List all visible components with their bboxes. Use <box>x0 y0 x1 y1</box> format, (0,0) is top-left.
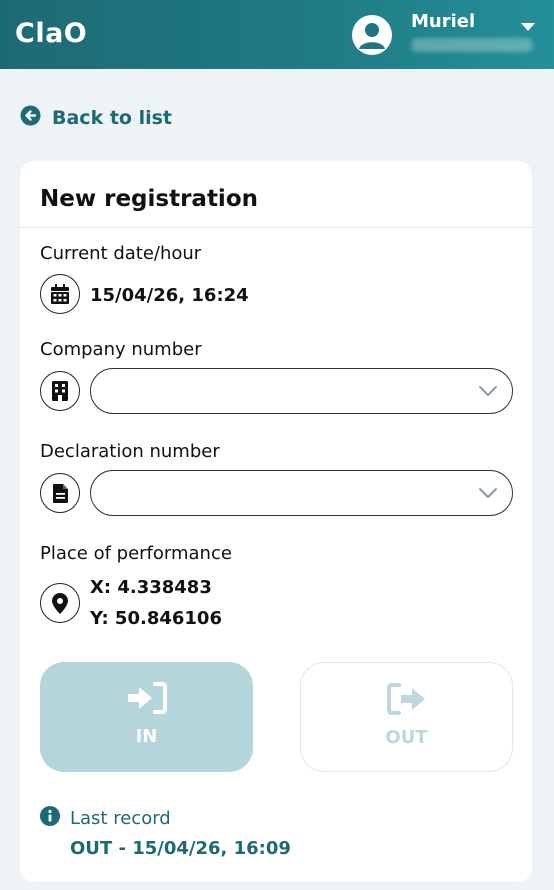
back-to-list-link[interactable]: Back to list <box>20 105 172 130</box>
sign-in-icon <box>127 682 167 714</box>
place-label: Place of performance <box>40 543 232 564</box>
back-to-list-label: Back to list <box>52 106 172 129</box>
card-title: New registration <box>40 186 258 212</box>
company-number-select[interactable] <box>90 368 513 414</box>
last-record: Last record <box>40 806 171 830</box>
calendar-icon <box>40 274 80 314</box>
info-circle-icon <box>40 806 60 830</box>
chevron-down-icon <box>478 485 498 504</box>
check-out-button[interactable]: OUT <box>300 662 513 772</box>
last-record-label: Last record <box>70 807 171 829</box>
check-in-button[interactable]: IN <box>40 662 253 772</box>
user-subtitle-redacted <box>411 38 533 52</box>
map-pin-icon <box>40 583 80 623</box>
user-avatar-icon[interactable] <box>352 15 392 55</box>
document-icon <box>40 473 80 513</box>
check-in-label: IN <box>135 726 158 747</box>
place-x-value: X: 4.338483 <box>90 577 212 598</box>
caret-down-icon[interactable] <box>521 17 535 36</box>
declaration-number-select[interactable] <box>90 470 513 516</box>
declaration-label: Declaration number <box>40 441 220 462</box>
user-name[interactable]: Muriel <box>411 11 475 32</box>
building-icon <box>40 371 80 411</box>
app-logo: ClaO <box>15 18 88 49</box>
registration-card: New registration Current date/hour 15/04… <box>20 161 532 882</box>
check-out-label: OUT <box>385 727 428 748</box>
arrow-circle-left-icon <box>20 105 41 130</box>
date-value: 15/04/26, 16:24 <box>90 285 249 306</box>
last-record-value: OUT - 15/04/26, 16:09 <box>70 838 291 859</box>
app-header: ClaO Muriel <box>0 0 554 69</box>
date-label: Current date/hour <box>40 243 202 264</box>
sign-out-icon <box>386 683 425 715</box>
company-label: Company number <box>40 339 202 360</box>
card-divider <box>20 227 532 228</box>
chevron-down-icon <box>478 383 498 402</box>
place-y-value: Y: 50.846106 <box>90 608 222 629</box>
